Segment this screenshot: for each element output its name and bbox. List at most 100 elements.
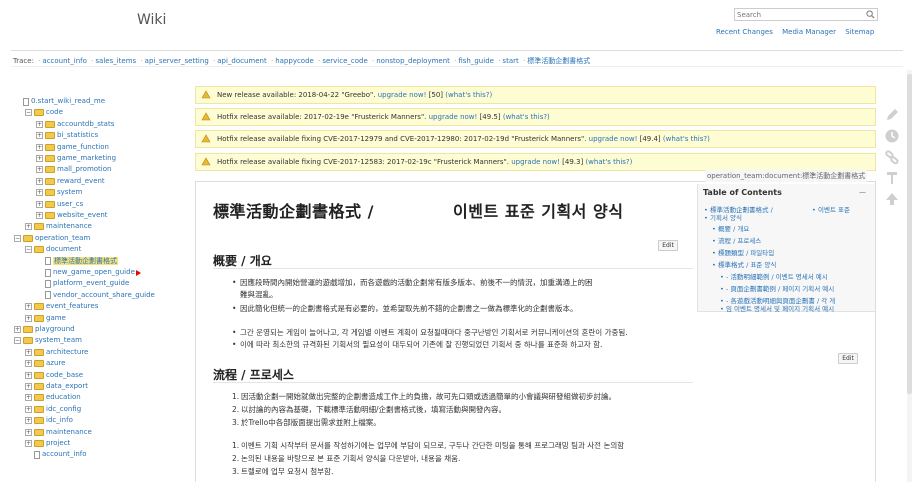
expand-toggle-icon[interactable]: + bbox=[36, 155, 43, 162]
upgrade-now-link[interactable]: upgrade now! bbox=[589, 135, 638, 143]
sidebar-item-label[interactable]: maintenance bbox=[46, 222, 92, 230]
expand-toggle-icon[interactable]: + bbox=[25, 428, 32, 436]
sidebar-item-website_event[interactable]: + website_event bbox=[36, 210, 108, 221]
breadcrumb-item[interactable]: happycode bbox=[275, 57, 314, 65]
sidebar-item-project[interactable]: + project bbox=[25, 438, 70, 449]
sidebar-item-education[interactable]: + education bbox=[25, 392, 81, 403]
sidebar-item-label[interactable]: playground bbox=[35, 325, 75, 333]
toc-item[interactable]: 概要 / 개요 bbox=[712, 225, 749, 233]
sidebar-item-label[interactable]: code bbox=[46, 108, 63, 116]
sidebar-item-label[interactable]: 標準活動企劃書格式 bbox=[53, 256, 118, 265]
toc-item[interactable]: - 頁面企劃書範例 / 페이지 기획서 예시 bbox=[720, 285, 834, 293]
sidebar-item-label[interactable]: game_function bbox=[57, 143, 109, 151]
sidebar-item-code_base[interactable]: + code_base bbox=[25, 370, 83, 381]
breadcrumb-item[interactable]: api_server_setting bbox=[145, 57, 209, 65]
sidebar-item-label[interactable]: new_game_open_guide bbox=[53, 268, 135, 276]
expand-toggle-icon[interactable]: + bbox=[25, 360, 32, 368]
sidebar-item-label[interactable]: system_team bbox=[35, 336, 82, 344]
sidebar-item-game[interactable]: + game bbox=[25, 313, 66, 324]
sidebar-item-label[interactable]: accountdb_stats bbox=[57, 120, 114, 128]
whats-this-link[interactable]: (what's this?) bbox=[585, 158, 632, 166]
sidebar-item-label[interactable]: game bbox=[46, 314, 66, 322]
breadcrumb-item[interactable]: account_info bbox=[42, 57, 87, 65]
sidebar-item-label[interactable]: bi_statistics bbox=[57, 131, 98, 139]
sidebar-item-user_cs[interactable]: + user_cs bbox=[36, 199, 83, 210]
sidebar-item-system[interactable]: + system bbox=[36, 187, 82, 198]
media-manager-link[interactable]: Media Manager bbox=[782, 28, 836, 36]
sidebar-item-reward_event[interactable]: + reward_event bbox=[36, 176, 105, 187]
expand-toggle-icon[interactable]: + bbox=[36, 212, 43, 219]
collapse-toggle-icon[interactable]: − bbox=[25, 246, 32, 254]
sidebar-item-operation_team[interactable]: − operation_team bbox=[14, 233, 90, 244]
expand-toggle-icon[interactable]: + bbox=[25, 405, 32, 413]
expand-toggle-icon[interactable]: + bbox=[25, 417, 32, 425]
sidebar-item-label[interactable]: mall_promotion bbox=[57, 165, 111, 173]
breadcrumb-item[interactable]: start bbox=[502, 57, 518, 65]
sidebar-item-label[interactable]: user_cs bbox=[57, 200, 83, 208]
sidebar-item-label[interactable]: idc_config bbox=[46, 405, 81, 413]
sidebar-item-document[interactable]: − document bbox=[25, 244, 81, 255]
edit-section-button[interactable]: Edit bbox=[658, 240, 678, 251]
sidebar-item-platform_event_guide[interactable]: platform_event_guide bbox=[36, 278, 129, 289]
edit-page-icon[interactable] bbox=[884, 107, 900, 123]
outline-toggle-icon[interactable] bbox=[884, 170, 900, 186]
sidebar-item-label[interactable]: reward_event bbox=[57, 177, 105, 185]
recent-changes-link[interactable]: Recent Changes bbox=[716, 28, 773, 36]
sidebar-item-label[interactable]: game_marketing bbox=[57, 154, 116, 162]
expand-toggle-icon[interactable]: + bbox=[36, 189, 43, 197]
expand-toggle-icon[interactable]: + bbox=[36, 200, 43, 208]
sidebar-item-data_export[interactable]: + data_export bbox=[25, 381, 88, 392]
expand-toggle-icon[interactable]: + bbox=[25, 303, 32, 311]
sidebar-item-event_features[interactable]: + event_features bbox=[25, 301, 98, 312]
sitemap-link[interactable]: Sitemap bbox=[845, 28, 874, 36]
expand-toggle-icon[interactable]: + bbox=[25, 383, 32, 390]
sidebar-item-current-page[interactable]: 標準活動企劃書格式 bbox=[36, 256, 118, 267]
expand-toggle-icon[interactable]: + bbox=[36, 143, 43, 151]
sidebar-item-label[interactable]: project bbox=[46, 439, 70, 447]
expand-toggle-icon[interactable]: + bbox=[36, 132, 43, 140]
breadcrumb-item[interactable]: sales_items bbox=[95, 57, 136, 65]
expand-toggle-icon[interactable]: + bbox=[14, 326, 21, 333]
expand-toggle-icon[interactable]: + bbox=[25, 223, 32, 231]
toc-item[interactable]: 標準格式 / 표준 양식 bbox=[712, 261, 776, 269]
expand-toggle-icon[interactable]: + bbox=[25, 394, 32, 402]
sidebar-item-label[interactable]: code_base bbox=[46, 371, 83, 379]
sidebar-item-system_team[interactable]: − system_team bbox=[14, 335, 82, 346]
sidebar-item-label[interactable]: architecture bbox=[46, 348, 88, 356]
edit-section-button[interactable]: Edit bbox=[838, 353, 858, 364]
sidebar-item-maintenance[interactable]: + maintenance bbox=[25, 221, 92, 232]
sidebar-item-game_marketing[interactable]: + game_marketing bbox=[36, 153, 116, 164]
collapse-toggle-icon[interactable]: − bbox=[14, 234, 21, 242]
toc-item[interactable]: 標題類型 / 파일타입 bbox=[712, 249, 774, 257]
sidebar-item-vendor_account_share_guide[interactable]: vendor_account_share_guide bbox=[36, 290, 155, 301]
sidebar-item-label[interactable]: maintenance bbox=[46, 428, 92, 436]
toc-toggle-button[interactable]: — bbox=[859, 188, 866, 196]
whats-this-link[interactable]: (what's this?) bbox=[445, 91, 492, 99]
sidebar-item-architecture[interactable]: + architecture bbox=[25, 347, 88, 358]
breadcrumb-item[interactable]: fish_guide bbox=[458, 57, 494, 65]
expand-toggle-icon[interactable]: + bbox=[36, 120, 43, 128]
sidebar-item-account_info[interactable]: account_info bbox=[25, 449, 87, 460]
expand-toggle-icon[interactable]: + bbox=[36, 177, 43, 185]
toc-item-cont[interactable]: 이벤트 표준 bbox=[812, 206, 850, 214]
sidebar-item-azure[interactable]: + azure bbox=[25, 358, 65, 369]
sidebar-item-accountdb_stats[interactable]: + accountdb_stats bbox=[36, 119, 114, 130]
sidebar-item-idc_info[interactable]: + idc_info bbox=[25, 415, 73, 426]
sidebar-item-code[interactable]: − code bbox=[25, 107, 63, 118]
sidebar-item-playground[interactable]: + playground bbox=[14, 324, 75, 335]
sidebar-item-game_function[interactable]: + game_function bbox=[36, 142, 109, 153]
whats-this-link[interactable]: (what's this?) bbox=[663, 135, 710, 143]
sidebar-item-bi_statistics[interactable]: + bi_statistics bbox=[36, 130, 98, 141]
sidebar-item-label[interactable]: account_info bbox=[42, 450, 87, 458]
breadcrumb-item[interactable]: nonstop_deployment bbox=[376, 57, 450, 65]
sidebar-item-label[interactable]: 0.start_wiki_read_me bbox=[31, 97, 105, 105]
sidebar-item-idc_config[interactable]: + idc_config bbox=[25, 404, 81, 415]
sidebar-item-label[interactable]: system bbox=[57, 188, 82, 196]
search-box[interactable] bbox=[734, 8, 878, 21]
sidebar-item-label[interactable]: operation_team bbox=[35, 234, 90, 242]
sidebar-item-maintenance[interactable]: + maintenance bbox=[25, 427, 92, 438]
sidebar-item-label[interactable]: education bbox=[46, 393, 81, 401]
backlinks-chain-icon[interactable] bbox=[884, 149, 900, 165]
toc-item[interactable]: 標準活動企劃書格式 / bbox=[704, 206, 773, 214]
whats-this-link[interactable]: (what's this?) bbox=[503, 113, 550, 121]
